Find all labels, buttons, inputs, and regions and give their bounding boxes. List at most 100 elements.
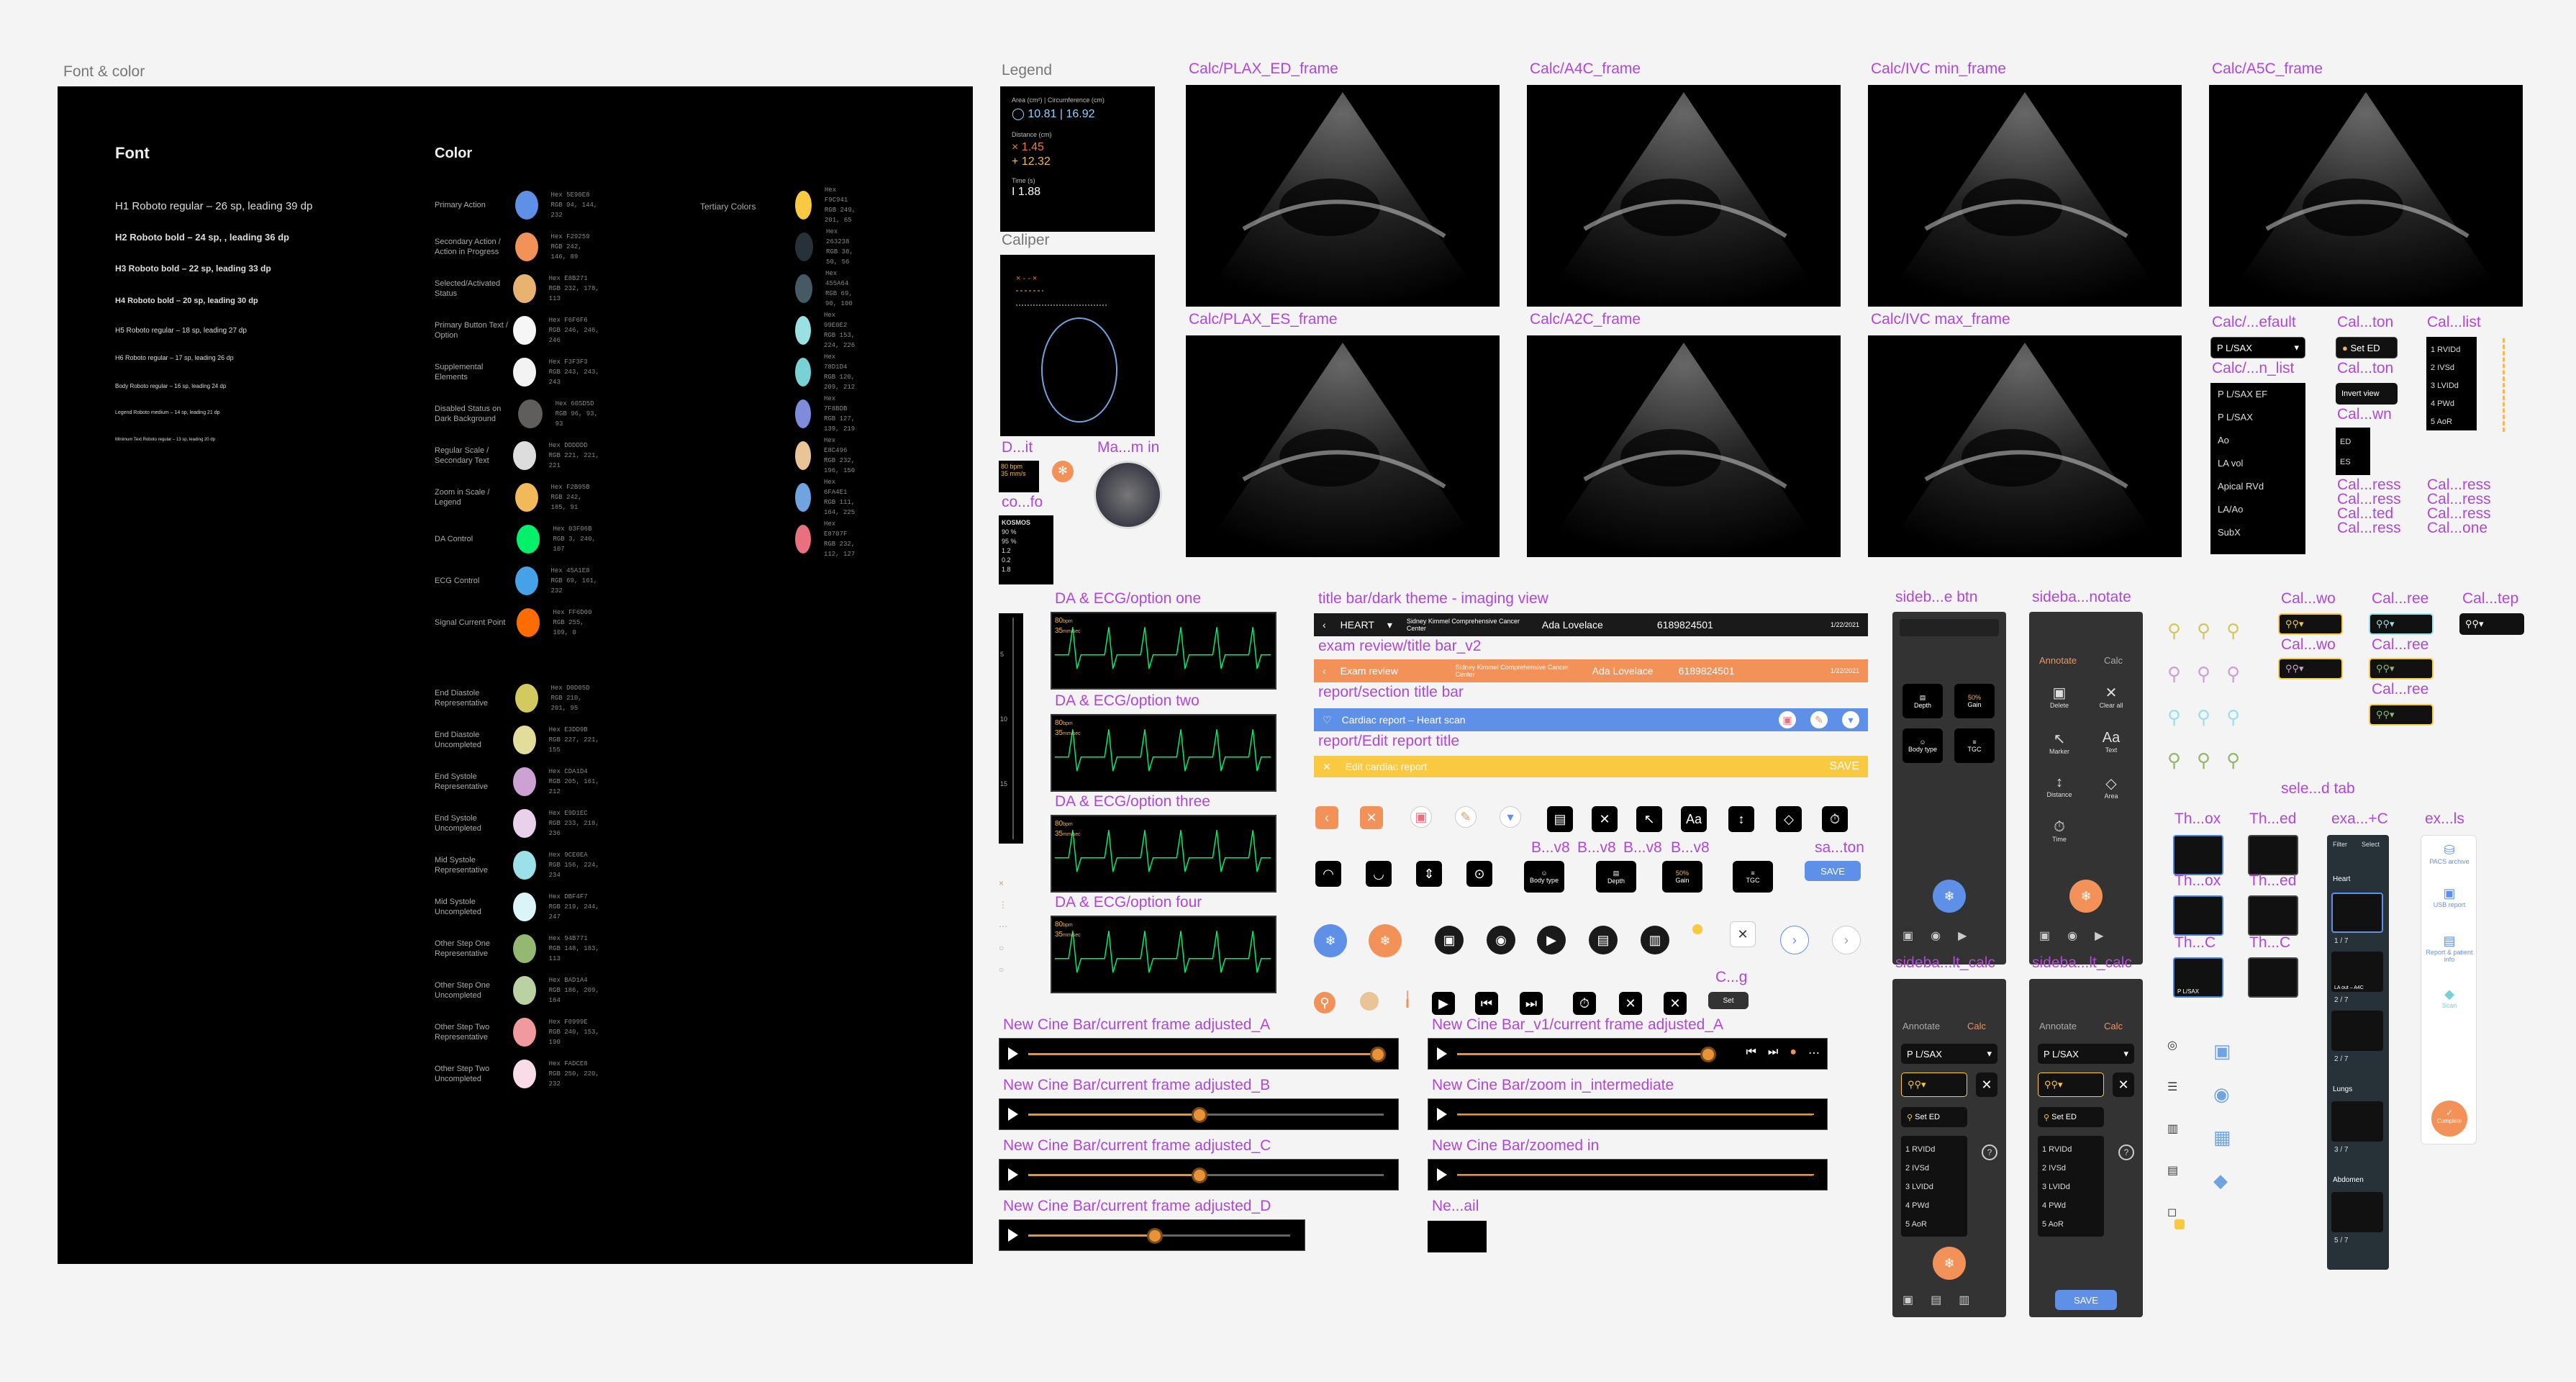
thumbnail-3[interactable] <box>2248 957 2298 998</box>
measure-item[interactable]: 1 RVIDd <box>1905 1140 1963 1159</box>
report-patient-info-button[interactable]: ▤ Report & patient info <box>2421 934 2477 963</box>
skip-back-icon[interactable]: ⏮ <box>1746 1046 1756 1060</box>
close-button[interactable]: ✕ <box>1360 806 1383 829</box>
filter-button[interactable]: Filter <box>2333 841 2347 848</box>
close-square-button-2[interactable]: ✕ <box>1664 992 1687 1015</box>
cine-knob[interactable] <box>1700 1047 1716 1062</box>
measure-item[interactable]: 5 AoR <box>2042 1215 2100 1234</box>
save-button[interactable]: SAVE <box>1830 760 1860 773</box>
exam-thumbnail-4[interactable] <box>2331 1101 2383 1142</box>
calc-step-dropdown[interactable]: ⚲⚲▾ <box>1901 1072 1967 1097</box>
loop-icon[interactable]: ● <box>1790 1046 1797 1060</box>
measure-item[interactable]: 1 RVIDd <box>2431 341 2472 359</box>
exam-thumbnail-5[interactable] <box>2331 1192 2383 1232</box>
thumbnail-selected-2[interactable] <box>2173 895 2223 936</box>
body-type-button[interactable]: ☺ Body type <box>1524 861 1564 893</box>
calc-mode-dropdown[interactable]: P L/SAX ▾ <box>1901 1044 1997 1064</box>
calc-option[interactable]: Ao <box>2210 429 2305 452</box>
annotate-freeze-button[interactable]: ❄ <box>2069 880 2103 913</box>
measure-item[interactable]: 3 LVIDd <box>1905 1178 1963 1196</box>
edit-icon[interactable]: ✎ <box>1810 711 1828 728</box>
set-ed-button[interactable]: ⚲ Set ED <box>1901 1107 1967 1127</box>
report-round-button[interactable]: ▥ <box>1641 926 1669 954</box>
close-icon[interactable]: ✕ <box>1323 761 1331 773</box>
video-button[interactable]: ▶ <box>1537 926 1566 954</box>
thumbnail-selected-3[interactable]: P L/SAX <box>2173 957 2223 998</box>
calc-capture-icons[interactable]: ▣▤▥ <box>1902 1293 1987 1307</box>
timer-button[interactable]: ⏱ <box>1573 992 1596 1015</box>
back-arrow-icon[interactable]: ‹ <box>1323 665 1326 677</box>
play-icon[interactable] <box>1008 1108 1018 1121</box>
calc-option[interactable]: P L/SAX <box>2210 406 2305 429</box>
clipboard-round-button[interactable]: ▤ <box>1589 926 1618 954</box>
tab-calc[interactable]: Calc <box>2104 655 2123 666</box>
probe-linear-button[interactable]: ◠ <box>1315 861 1341 887</box>
measure-item[interactable]: 3 LVIDd <box>2042 1178 2100 1196</box>
sidebar-body-type-button[interactable]: ☺ Body type <box>1902 728 1943 763</box>
collapse-icon[interactable]: ▾ <box>1842 711 1859 728</box>
calc-step-dropdown[interactable]: ⚲⚲▾ <box>2038 1072 2104 1097</box>
delete-round-button[interactable]: ▣ <box>1410 806 1432 828</box>
annotate-text-button[interactable]: Aa Text <box>2091 730 2131 754</box>
set-ed-button[interactable]: ● Set ED <box>2336 337 2398 358</box>
measure-item[interactable]: 2 IVSd <box>2431 359 2472 377</box>
collapse-round-button[interactable]: ▾ <box>1500 806 1521 828</box>
calc-close-button[interactable]: ✕ <box>2113 1072 2134 1097</box>
play-button[interactable]: ▶ <box>1432 992 1455 1015</box>
edit-round-button[interactable]: ✎ <box>1455 806 1477 828</box>
measure-item[interactable]: 1 RVIDd <box>2042 1140 2100 1159</box>
cine-knob[interactable] <box>1370 1047 1386 1062</box>
sidebar-freeze-button[interactable]: ❄ <box>1933 880 1966 913</box>
calc-option[interactable]: SubX <box>2210 521 2305 544</box>
select-button[interactable]: Select <box>2362 841 2380 848</box>
exam-thumbnail-2[interactable]: LA out – A4C <box>2331 952 2383 992</box>
sidebar-depth-button[interactable]: ▤ Depth <box>1902 684 1943 718</box>
step-dropdown-5[interactable]: ⚲⚲▾ <box>2369 658 2434 679</box>
dismiss-button[interactable]: ✕ <box>1730 921 1756 947</box>
cine-knob[interactable] <box>1192 1107 1207 1123</box>
step-dropdown-1[interactable]: ⚲⚲▾ <box>2278 613 2343 635</box>
play-icon[interactable] <box>1437 1108 1447 1121</box>
tab-annotate[interactable]: Annotate <box>1902 1021 1940 1031</box>
sidebar-capture-icons[interactable]: ▣◉▶ <box>1902 929 1984 943</box>
tab-calc[interactable]: Calc <box>1967 1021 1986 1031</box>
gain-button[interactable]: 50% Gain <box>1662 861 1702 893</box>
more-icon[interactable]: ⋯ <box>1808 1046 1820 1060</box>
set-ed-button[interactable]: ⚲ Set ED <box>2038 1107 2104 1127</box>
step-dropdown-2[interactable]: ⚲⚲▾ <box>2369 613 2434 635</box>
calc-mode-dropdown[interactable]: P L/SAX ▾ <box>2038 1044 2134 1064</box>
freeze-button-orange[interactable]: ❄ <box>1369 924 1402 957</box>
ed-es-toggle[interactable]: ED ES <box>2336 428 2370 475</box>
exam-thumbnail-3[interactable] <box>2331 1011 2383 1051</box>
tgc-button[interactable]: ≡ TGC <box>1733 861 1773 893</box>
sidebar-mode-tabs[interactable] <box>1900 619 1999 636</box>
step-dropdown-4[interactable]: ⚲⚲▾ <box>2278 658 2343 679</box>
annotate-capture-icons[interactable]: ▣◉▶ <box>2039 929 2121 943</box>
next-button[interactable]: › <box>1780 926 1809 954</box>
calc-default-dropdown[interactable]: P L/SAX ▾ <box>2210 337 2305 358</box>
sidebar-save-button[interactable]: SAVE <box>2055 1290 2117 1310</box>
close-square-button[interactable]: ✕ <box>1619 992 1642 1015</box>
skip-forward-icon[interactable]: ⏭ <box>1768 1046 1778 1060</box>
tab-calc[interactable]: Calc <box>2104 1021 2123 1031</box>
invert-view-button[interactable]: Invert view <box>2336 383 2398 405</box>
calc-close-button[interactable]: ✕ <box>1976 1072 1997 1097</box>
orange-pin-button[interactable]: ⚲ <box>1314 992 1335 1013</box>
annotate-marker-button[interactable]: ↖ Marker <box>2039 730 2080 755</box>
skip-back-button[interactable]: ⏮ <box>1475 992 1498 1015</box>
marker-button[interactable]: ↖ <box>1636 806 1662 832</box>
play-icon[interactable] <box>1008 1168 1018 1181</box>
text-button[interactable]: Aa <box>1681 806 1707 832</box>
pacs-archive-button[interactable]: ⛁ PACS archive <box>2421 843 2477 865</box>
measure-item[interactable]: 3 LVIDd <box>2431 377 2472 395</box>
help-icon[interactable]: ? <box>2118 1144 2134 1160</box>
gain-adjust-button[interactable]: ⊙ <box>1466 861 1492 887</box>
next-disabled-button[interactable]: › <box>1832 926 1861 954</box>
distance-button[interactable]: ↕ <box>1728 806 1754 832</box>
measure-item[interactable]: 4 PWd <box>2042 1196 2100 1215</box>
save-button-small[interactable]: SAVE <box>1805 861 1861 881</box>
complete-button[interactable]: ✓ Complete <box>2431 1101 2467 1137</box>
thumbnail[interactable] <box>2248 835 2298 875</box>
area-button[interactable]: ◇ <box>1776 806 1802 832</box>
tab-annotate[interactable]: Annotate <box>2039 1021 2077 1031</box>
